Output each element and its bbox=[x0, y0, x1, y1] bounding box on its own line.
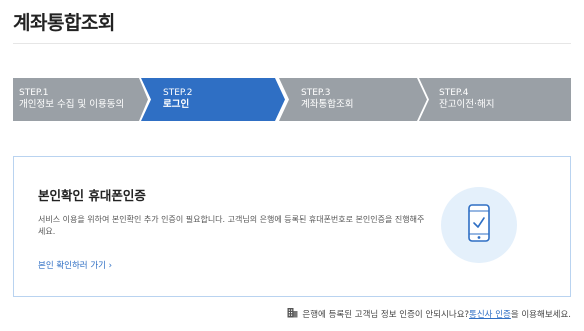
step-1-label: 개인정보 수집 및 이용동의 bbox=[19, 99, 125, 110]
step-4-number: STEP.4 bbox=[439, 88, 469, 98]
step-2-label: 로그인 bbox=[163, 99, 190, 110]
building-icon bbox=[287, 307, 298, 321]
step-4-label: 잔고이전·해지 bbox=[439, 99, 495, 110]
footer-text-after: 을 이용해보세요. bbox=[510, 310, 571, 320]
step-1: STEP.1 개인정보 수집 및 이용동의 bbox=[13, 78, 148, 121]
verify-identity-link-label: 본인 확인하러 가기 bbox=[38, 261, 106, 271]
card-title: 본인확인 휴대폰인증 bbox=[38, 188, 146, 203]
footer-note: 은행에 등록된 고객님 정보 인증이 안되시나요? 통신사 인증 을 이용해보세… bbox=[287, 307, 571, 321]
step-3: STEP.3 계좌통합조회 bbox=[279, 78, 427, 121]
step-4: STEP.4 잔고이전·해지 bbox=[419, 78, 571, 121]
card-description: 서비스 이용을 위하여 본인확인 추가 인증이 필요합니다. 고객님의 은행에 … bbox=[38, 215, 425, 236]
step-progress-bar: STEP.1 개인정보 수집 및 이용동의 STEP.2 로그인 STEP.3 … bbox=[13, 78, 571, 121]
step-2-number: STEP.2 bbox=[163, 88, 193, 98]
chevron-right-icon: › bbox=[105, 261, 113, 271]
page-title: 계좌통합조회 bbox=[13, 12, 115, 34]
footer-text-before: 은행에 등록된 고객님 정보 인증이 안되시나요? bbox=[302, 310, 470, 320]
step-3-label: 계좌통합조회 bbox=[301, 99, 354, 110]
phone-check-icon bbox=[441, 187, 517, 263]
title-divider bbox=[13, 43, 571, 44]
verify-identity-link[interactable]: 본인 확인하러 가기 › bbox=[38, 259, 112, 271]
carrier-auth-link[interactable]: 통신사 인증 bbox=[469, 308, 511, 320]
phone-auth-card: 본인확인 휴대폰인증 서비스 이용을 위하여 본인확인 추가 인증이 필요합니다… bbox=[13, 156, 571, 297]
step-1-number: STEP.1 bbox=[19, 88, 49, 98]
step-3-number: STEP.3 bbox=[301, 88, 331, 98]
step-2-active: STEP.2 로그인 bbox=[141, 78, 285, 121]
